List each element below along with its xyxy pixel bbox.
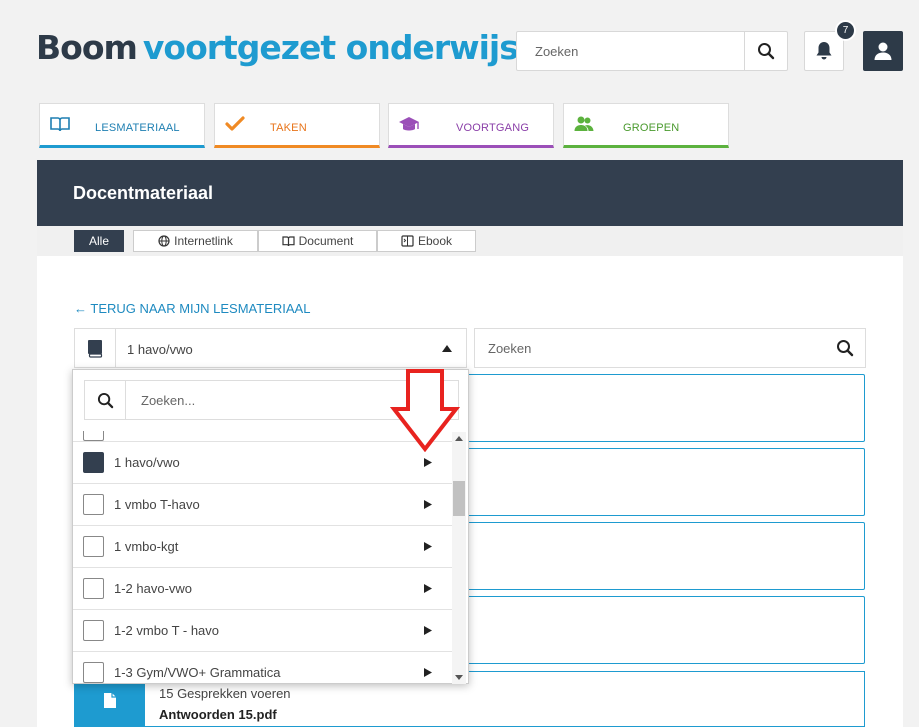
tab-taken-label: TAKEN xyxy=(270,122,307,134)
material-filename: Antwoorden 15.pdf xyxy=(159,707,277,722)
tab-voortgang-label: VOORTGANG xyxy=(456,122,530,134)
dropdown-item[interactable]: 1 vmbo-kgt xyxy=(73,525,453,567)
checkbox[interactable] xyxy=(83,536,104,557)
dropdown-item-label: 1-2 vmbo T - havo xyxy=(114,623,220,638)
material-card[interactable] xyxy=(465,448,865,516)
book-icon xyxy=(282,235,295,246)
material-chapter: 15 Gesprekken voeren xyxy=(159,686,291,701)
globe-icon xyxy=(158,235,170,247)
annotation-arrow-down-icon xyxy=(390,369,460,452)
dropdown-item[interactable]: 1-2 vmbo T - havo xyxy=(73,609,453,651)
dropdown-item-label: 1 havo/vwo xyxy=(114,455,180,470)
tab-groepen[interactable]: GROEPEN xyxy=(563,103,729,148)
expand-right-icon[interactable] xyxy=(424,542,432,551)
global-search[interactable]: Zoeken xyxy=(516,31,788,71)
expand-right-icon[interactable] xyxy=(424,500,432,509)
ebook-icon xyxy=(401,235,414,247)
filter-internetlink[interactable]: Internetlink xyxy=(133,230,258,252)
checkbox[interactable] xyxy=(83,620,104,641)
dropdown-item-label: 1-3 Gym/VWO+ Grammatica xyxy=(114,665,281,680)
user-icon xyxy=(874,42,892,60)
expand-right-icon[interactable] xyxy=(424,626,432,635)
dropdown-search-input[interactable]: Zoeken... xyxy=(141,393,195,408)
checkbox[interactable] xyxy=(83,578,104,599)
scroll-down-icon[interactable] xyxy=(455,675,463,680)
dropdown-search-button[interactable] xyxy=(85,381,126,419)
dropdown-item-label: 1 vmbo-kgt xyxy=(114,539,179,554)
method-selector-value: 1 havo/vwo xyxy=(127,342,193,357)
graduation-cap-icon xyxy=(399,117,419,131)
tab-lesmateriaal-label: LESMATERIAAL xyxy=(95,122,180,134)
material-search-input[interactable]: Zoeken xyxy=(488,341,531,356)
brand-logo[interactable]: Boom voortgezet onderwijs xyxy=(36,28,519,67)
filter-alle-label: Alle xyxy=(88,234,109,248)
material-search-button[interactable] xyxy=(825,329,865,367)
checkbox[interactable] xyxy=(83,662,104,683)
book-icon xyxy=(50,117,70,132)
page-header-bar: Docentmateriaal xyxy=(37,160,903,226)
tab-lesmateriaal[interactable]: LESMATERIAAL xyxy=(39,103,205,148)
global-search-button[interactable] xyxy=(744,32,787,70)
material-card[interactable] xyxy=(465,374,865,442)
search-icon xyxy=(97,392,113,408)
type-filter-bar: Alle Internetlink Document Ebook xyxy=(37,226,903,256)
page-title: Docentmateriaal xyxy=(73,183,214,203)
tab-groepen-label: GROEPEN xyxy=(623,122,680,134)
group-icon xyxy=(574,116,594,131)
expand-right-icon[interactable] xyxy=(424,458,432,467)
dropdown-item[interactable]: 1-2 havo-vwo xyxy=(73,567,453,609)
file-icon xyxy=(104,692,116,708)
global-search-input[interactable]: Zoeken xyxy=(535,44,578,59)
check-icon xyxy=(225,116,245,131)
partially-hidden-checkbox xyxy=(83,431,104,441)
filter-internetlink-label: Internetlink xyxy=(174,234,233,248)
search-icon xyxy=(758,43,775,60)
material-card[interactable] xyxy=(465,522,865,590)
scrollbar-thumb[interactable] xyxy=(453,481,465,516)
search-icon xyxy=(837,340,854,357)
dropdown-item-label: 1-2 havo-vwo xyxy=(114,581,193,596)
material-search[interactable]: Zoeken xyxy=(474,328,866,368)
material-card[interactable] xyxy=(465,596,865,664)
method-selector-icon-box xyxy=(75,329,116,367)
tab-voortgang[interactable]: VOORTGANG xyxy=(388,103,554,148)
back-to-materials-link[interactable]: ← TERUG NAAR MIJN LESMATERIAAL xyxy=(74,301,310,316)
dropdown-item[interactable]: 1 vmbo T-havo xyxy=(73,483,453,525)
bell-icon xyxy=(816,42,832,60)
caret-up-icon xyxy=(442,345,452,352)
filter-document-label: Document xyxy=(298,234,354,248)
method-selector[interactable]: 1 havo/vwo xyxy=(74,328,467,368)
dropdown-scrollbar[interactable] xyxy=(452,432,466,684)
dropdown-item-label: 1 vmbo T-havo xyxy=(114,497,200,512)
filter-alle[interactable]: Alle xyxy=(74,230,124,252)
notification-count-badge: 7 xyxy=(835,20,856,41)
logo-part-vo: voortgezet onderwijs xyxy=(142,28,519,67)
dropdown-item[interactable]: 1-3 Gym/VWO+ Grammatica xyxy=(73,651,453,683)
filter-ebook-label: Ebook xyxy=(417,234,453,248)
logo-part-boom: Boom xyxy=(36,28,138,67)
filter-document[interactable]: Document xyxy=(258,230,377,252)
book-icon xyxy=(88,339,103,358)
expand-right-icon[interactable] xyxy=(424,668,432,677)
checkbox[interactable] xyxy=(83,494,104,515)
checkbox-checked[interactable] xyxy=(83,452,104,473)
expand-right-icon[interactable] xyxy=(424,584,432,593)
user-menu-button[interactable] xyxy=(863,31,903,71)
filter-ebook[interactable]: Ebook xyxy=(377,230,476,252)
dropdown-list: 1 havo/vwo 1 vmbo T-havo 1 vmbo-kgt 1-2 … xyxy=(73,431,453,683)
tab-taken[interactable]: TAKEN xyxy=(214,103,380,148)
